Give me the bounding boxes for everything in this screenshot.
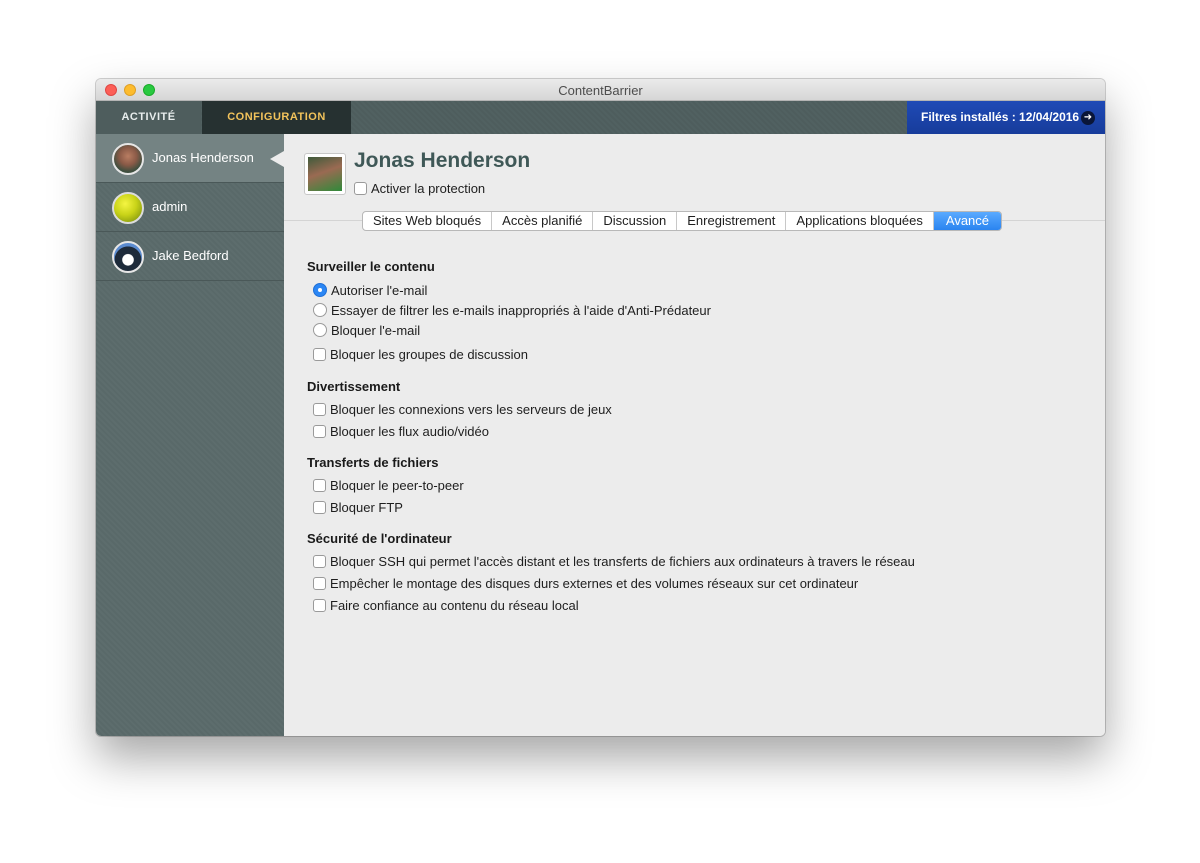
checkbox-box[interactable] xyxy=(313,599,326,612)
user-avatar xyxy=(112,143,144,175)
activate-protection-checkbox[interactable]: Activer la protection xyxy=(354,181,485,196)
section-title-securite-ordinateur: Sécurité de l'ordinateur xyxy=(307,531,452,546)
checkbox-label: Bloquer les flux audio/vidéo xyxy=(330,424,489,439)
profile-picture[interactable] xyxy=(304,153,346,195)
settings-tab-control: Sites Web bloqués Accès planifié Discuss… xyxy=(362,211,1003,231)
checkbox-box[interactable] xyxy=(313,555,326,568)
checkbox-bloquer-serveurs-jeux[interactable]: Bloquer les connexions vers les serveurs… xyxy=(313,402,612,417)
checkbox-bloquer-ftp[interactable]: Bloquer FTP xyxy=(313,500,403,515)
sidebar-user-jonas-henderson[interactable]: Jonas Henderson xyxy=(96,134,284,183)
tab-discussion[interactable]: Discussion xyxy=(593,212,678,230)
radio-label: Bloquer l'e-mail xyxy=(331,323,421,338)
window-title: ContentBarrier xyxy=(558,83,643,98)
tab-sites-web-bloques[interactable]: Sites Web bloqués xyxy=(363,212,493,230)
checkbox-box[interactable] xyxy=(354,182,367,195)
checkbox-label: Bloquer FTP xyxy=(330,500,403,515)
tab-applications-bloquees[interactable]: Applications bloquées xyxy=(786,212,934,230)
radio-button[interactable] xyxy=(313,303,327,317)
radio-autoriser-email[interactable]: Autoriser l'e-mail xyxy=(313,283,427,298)
sidebar-user-admin[interactable]: admin xyxy=(96,183,284,232)
checkbox-label: Empêcher le montage des disques durs ext… xyxy=(330,576,859,591)
user-sidebar: Jonas Henderson admin Jake Bedford xyxy=(96,134,284,736)
radio-button[interactable] xyxy=(313,323,327,337)
checkbox-label: Bloquer les connexions vers les serveurs… xyxy=(330,402,612,417)
top-tab-bar: ACTIVITÉ CONFIGURATION Filtres installés… xyxy=(96,101,1105,134)
checkbox-box[interactable] xyxy=(313,501,326,514)
section-title-transferts-fichiers: Transferts de fichiers xyxy=(307,455,439,470)
checkbox-empecher-montage-disques[interactable]: Empêcher le montage des disques durs ext… xyxy=(313,576,858,591)
tab-acces-planifie[interactable]: Accès planifié xyxy=(492,212,594,230)
section-title-surveiller-contenu: Surveiller le contenu xyxy=(307,259,435,274)
radio-label: Essayer de filtrer les e-mails inappropr… xyxy=(331,303,711,318)
tab-enregistrement[interactable]: Enregistrement xyxy=(677,212,787,230)
checkbox-box[interactable] xyxy=(313,348,326,361)
sidebar-user-name: Jake Bedford xyxy=(152,248,229,263)
section-title-divertissement: Divertissement xyxy=(307,379,401,394)
filters-installed-label: Filtres installés : 12/04/2016 xyxy=(921,110,1080,124)
checkbox-box[interactable] xyxy=(313,479,326,492)
radio-filtrer-emails[interactable]: Essayer de filtrer les e-mails inappropr… xyxy=(313,303,711,318)
user-avatar xyxy=(112,192,144,224)
radio-label: Autoriser l'e-mail xyxy=(331,283,428,298)
sidebar-user-jake-bedford[interactable]: Jake Bedford xyxy=(96,232,284,281)
app-window: ContentBarrier ACTIVITÉ CONFIGURATION Fi… xyxy=(96,79,1105,736)
radio-button-selected[interactable] xyxy=(313,283,327,297)
user-avatar xyxy=(112,241,144,273)
radio-bloquer-email[interactable]: Bloquer l'e-mail xyxy=(313,323,420,338)
main-panel: Jonas Henderson Activer la protection Si… xyxy=(284,134,1105,736)
checkbox-bloquer-flux-audio-video[interactable]: Bloquer les flux audio/vidéo xyxy=(313,424,489,439)
checkbox-bloquer-peer-to-peer[interactable]: Bloquer le peer-to-peer xyxy=(313,478,464,493)
selection-pointer-icon xyxy=(270,151,284,167)
tab-configuration[interactable]: CONFIGURATION xyxy=(202,101,351,134)
sidebar-user-name: admin xyxy=(152,199,188,214)
checkbox-bloquer-groupes-discussion[interactable]: Bloquer les groupes de discussion xyxy=(313,347,528,362)
tab-activite[interactable]: ACTIVITÉ xyxy=(96,101,201,134)
title-bar: ContentBarrier xyxy=(96,79,1105,101)
tab-avance[interactable]: Avancé xyxy=(933,212,1002,230)
page-title: Jonas Henderson xyxy=(354,149,531,172)
checkbox-box[interactable] xyxy=(313,425,326,438)
checkbox-confiance-reseau-local[interactable]: Faire confiance au contenu du réseau loc… xyxy=(313,598,579,613)
checkbox-label: Activer la protection xyxy=(371,181,486,196)
arrow-right-circle-icon: ➜ xyxy=(1081,111,1095,125)
checkbox-label: Bloquer le peer-to-peer xyxy=(330,478,464,493)
checkbox-label: Bloquer les groupes de discussion xyxy=(330,347,529,362)
filters-installed-button[interactable]: Filtres installés : 12/04/2016 ➜ xyxy=(907,101,1105,134)
checkbox-bloquer-ssh[interactable]: Bloquer SSH qui permet l'accès distant e… xyxy=(313,554,915,569)
checkbox-box[interactable] xyxy=(313,403,326,416)
checkbox-box[interactable] xyxy=(313,577,326,590)
sidebar-user-name: Jonas Henderson xyxy=(152,150,254,165)
checkbox-label: Bloquer SSH qui permet l'accès distant e… xyxy=(330,554,915,569)
checkbox-label: Faire confiance au contenu du réseau loc… xyxy=(330,598,579,613)
